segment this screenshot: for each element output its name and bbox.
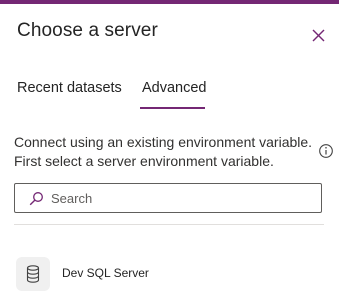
- database-icon: [26, 265, 40, 283]
- search-box[interactable]: [14, 183, 322, 213]
- server-list-item[interactable]: Dev SQL Server: [14, 254, 314, 294]
- search-icon: [29, 192, 43, 206]
- description-line-2: First select a server environment variab…: [14, 153, 274, 169]
- top-accent-bar: [0, 0, 339, 4]
- dialog-title: Choose a server: [17, 20, 158, 41]
- divider: [14, 224, 324, 225]
- close-icon: [312, 29, 325, 42]
- choose-server-panel: Choose a server Recent datasets Advanced…: [0, 0, 339, 308]
- description-line-1: Connect using an existing environment va…: [14, 134, 313, 150]
- close-button[interactable]: [308, 24, 330, 46]
- selected-tab-indicator: [140, 107, 205, 109]
- tab-list: Recent datasets Advanced: [0, 76, 339, 110]
- description-text: Connect using an existing environment va…: [14, 133, 319, 171]
- tab-recent-datasets[interactable]: Recent datasets: [17, 80, 122, 96]
- info-icon: [319, 144, 333, 158]
- info-button[interactable]: [318, 143, 334, 159]
- tab-advanced[interactable]: Advanced: [142, 80, 207, 96]
- server-icon-tile: [16, 257, 50, 291]
- server-label: Dev SQL Server: [62, 266, 149, 280]
- search-input[interactable]: [51, 188, 311, 208]
